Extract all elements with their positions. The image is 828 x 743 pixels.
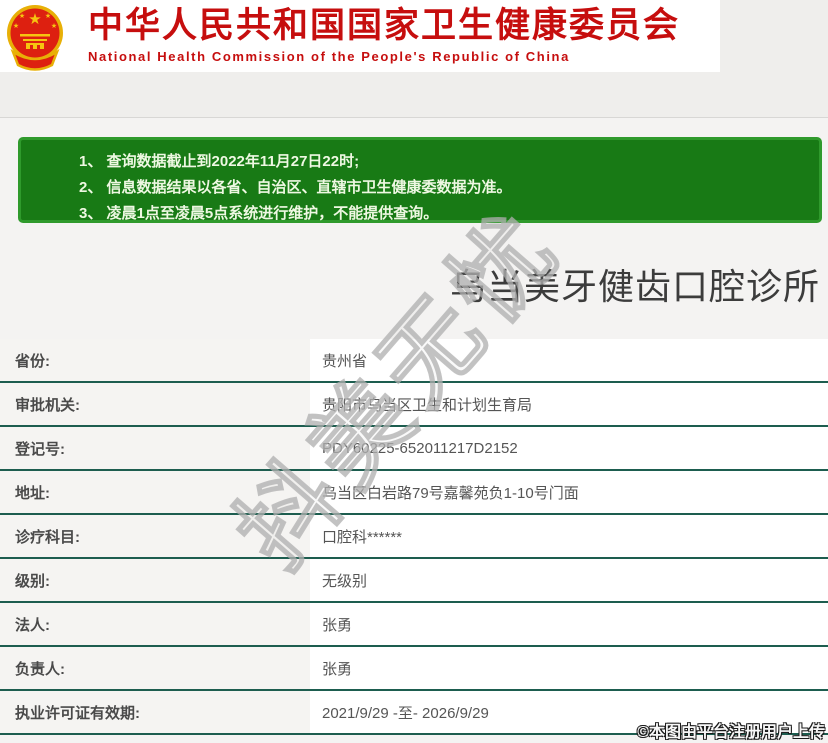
row-label: 审批机关:: [0, 383, 310, 425]
svg-text:★: ★: [51, 22, 57, 30]
notice-item-2: 2、 信息数据结果以各省、自治区、直辖市卫生健康委数据为准。: [79, 179, 512, 196]
row-value: PDY60225-652011217D2152: [310, 427, 828, 469]
svg-text:★: ★: [13, 22, 19, 30]
row-label: 省份:: [0, 339, 310, 381]
row-label: 负责人:: [0, 647, 310, 689]
table-row-address: 地址: 乌当区白岩路79号嘉馨苑负1-10号门面: [0, 471, 828, 515]
row-value: 张勇: [310, 603, 828, 645]
institution-name-title: 乌当美牙健齿口腔诊所: [449, 266, 820, 307]
table-row-legal-person: 法人: 张勇: [0, 603, 828, 647]
prc-national-emblem-icon: ★ ★ ★ ★ ★: [7, 5, 63, 71]
row-label: 法人:: [0, 603, 310, 645]
row-value: 贵阳市乌当区卫生和计划生育局: [310, 383, 828, 425]
svg-text:★: ★: [19, 12, 25, 20]
site-title-english: National Health Commission of the People…: [88, 49, 570, 64]
svg-text:★: ★: [45, 12, 51, 20]
header-background: ★ ★ ★ ★ ★ 中华人民共和国国家卫生健康委员会 National Heal…: [0, 0, 828, 118]
row-label: 执业许可证有效期:: [0, 691, 310, 733]
header-band: ★ ★ ★ ★ ★ 中华人民共和国国家卫生健康委员会 National Heal…: [0, 0, 720, 72]
row-value: 无级别: [310, 559, 828, 601]
institution-detail-table: 省份: 贵州省 审批机关: 贵阳市乌当区卫生和计划生育局 登记号: PDY602…: [0, 339, 828, 735]
table-row-treatment-subjects: 诊疗科目: 口腔科******: [0, 515, 828, 559]
row-value: 口腔科******: [310, 515, 828, 557]
table-row-level: 级别: 无级别: [0, 559, 828, 603]
row-value: 乌当区白岩路79号嘉馨苑负1-10号门面: [310, 471, 828, 513]
table-row-approving-authority: 审批机关: 贵阳市乌当区卫生和计划生育局: [0, 383, 828, 427]
query-notice-box: 1、 查询数据截止到2022年11月27日22时; 2、 信息数据结果以各省、自…: [18, 137, 822, 223]
notice-item-3: 3、 凌晨1点至凌晨5点系统进行维护，不能提供查询。: [79, 205, 439, 222]
row-label: 诊疗科目:: [0, 515, 310, 557]
row-value: 贵州省: [310, 339, 828, 381]
row-value: 张勇: [310, 647, 828, 689]
notice-item-1: 1、 查询数据截止到2022年11月27日22时;: [79, 153, 360, 170]
uploader-watermark: ©本图由平台注册用户上传: [637, 724, 825, 741]
license-query-result-page: ★ ★ ★ ★ ★ 中华人民共和国国家卫生健康委员会 National Heal…: [0, 0, 828, 743]
row-label: 地址:: [0, 471, 310, 513]
header-titles: 中华人民共和国国家卫生健康委员会 National Health Commiss…: [88, 6, 718, 64]
site-title-chinese: 中华人民共和国国家卫生健康委员会: [88, 6, 681, 45]
table-row-province: 省份: 贵州省: [0, 339, 828, 383]
table-row-registration-number: 登记号: PDY60225-652011217D2152: [0, 427, 828, 471]
table-row-person-in-charge: 负责人: 张勇: [0, 647, 828, 691]
row-label: 登记号:: [0, 427, 310, 469]
svg-text:★: ★: [28, 11, 41, 28]
row-label: 级别:: [0, 559, 310, 601]
